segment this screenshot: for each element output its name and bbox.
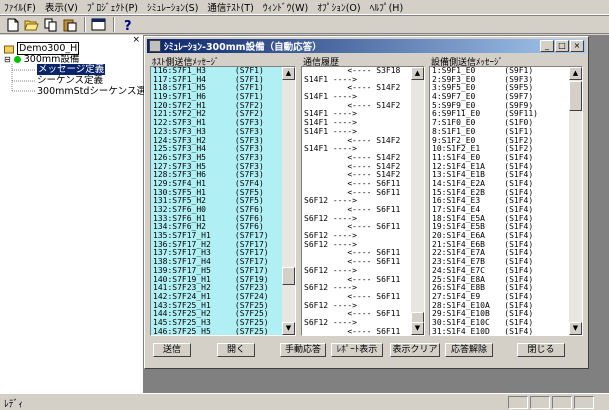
- close-window-button[interactable]: 閉じる: [517, 343, 565, 357]
- tree-item-label: シーケンス定義: [37, 75, 104, 86]
- list-item[interactable]: <---- S6F11: [302, 327, 411, 335]
- menu-view[interactable]: 表示(V): [45, 0, 78, 14]
- tree-item-message-def[interactable]: メッセージ定義: [37, 64, 106, 75]
- new-file-icon[interactable]: [4, 17, 21, 33]
- scroll-up-icon[interactable]: ▲: [411, 67, 424, 80]
- status-bar: ﾚﾃﾞｨ: [0, 393, 609, 410]
- window-title: ｼﾐｭﾚｰｼｮﾝ-300mm設備（自動応答）: [164, 42, 322, 53]
- report-display-button[interactable]: ﾚﾎﾟｰﾄ表示: [331, 343, 383, 357]
- folder-icon: [4, 45, 14, 53]
- close-button[interactable]: ×: [570, 40, 584, 52]
- release-response-button[interactable]: 応答解除: [445, 343, 493, 357]
- equipment-send-panel: 設備側送信ﾒｯｾｰｼﾞ 1:S9F1_E0 (S9F1) 2:S9F3_E0 (S…: [429, 55, 583, 336]
- scroll-up-icon[interactable]: ▲: [282, 67, 295, 80]
- comm-history-panel: 通信履歴 <---- S3F18 S14F1 ----> <---- S14F2 S…: [301, 55, 425, 336]
- scroll-up-icon[interactable]: ▲: [569, 67, 582, 80]
- menu-file[interactable]: ﾌｧｲﾙ(F): [4, 0, 36, 14]
- clear-display-button[interactable]: 表示クリア: [390, 343, 440, 357]
- list-item[interactable]: 146:S7F25_H5 (S7F25): [151, 327, 282, 335]
- equipment-list-scrollbar[interactable]: ▲ ▼: [569, 67, 582, 335]
- host-send-panel: ﾎｽﾄ側送信ﾒｯｾｰｼﾞ 116:S7F1_H3 (S7F1) 117:S7F1_…: [150, 55, 296, 336]
- menu-options[interactable]: ｵﾌﾟｼｮﾝ(O): [317, 0, 360, 14]
- toolbar: ?: [0, 15, 609, 34]
- window-icon[interactable]: [90, 17, 107, 33]
- tree-item-std-sequence[interactable]: 300mmStdシーケンス選択: [37, 86, 155, 97]
- host-list-scrollbar[interactable]: ▲ ▼: [282, 67, 295, 335]
- manual-response-button[interactable]: 手動応答: [280, 343, 326, 357]
- tree-item-label: 300mmStdシーケンス選択: [37, 86, 156, 97]
- toolbar-separator: [113, 17, 115, 32]
- menu-simulation[interactable]: ｼﾐｭﾚｰｼｮﾝ(S): [147, 0, 198, 14]
- tree-root[interactable]: Demo300_H: [4, 42, 80, 55]
- paste-icon[interactable]: [61, 17, 78, 33]
- status-text: ﾚﾃﾞｨ: [4, 399, 24, 410]
- menu-help[interactable]: ﾍﾙﾌﾟ(H): [370, 0, 404, 14]
- copy-icon[interactable]: [42, 17, 59, 33]
- toolbar-separator: [84, 17, 86, 32]
- list-item[interactable]: 31:S1F4_E10D (S1F4): [430, 327, 569, 335]
- scroll-down-icon[interactable]: ▼: [411, 322, 424, 335]
- minimize-button[interactable]: _: [540, 40, 554, 52]
- host-send-list[interactable]: 116:S7F1_H3 (S7F1) 117:S7F1_H4 (S7F1) 118:…: [150, 66, 296, 336]
- app-icon: [149, 40, 161, 52]
- tree-item-label: メッセージ定義: [37, 64, 106, 75]
- scroll-thumb[interactable]: [282, 267, 295, 285]
- window-titlebar[interactable]: ｼﾐｭﾚｰｼｮﾝ-300mm設備（自動応答） _ □ ×: [147, 39, 586, 53]
- maximize-button[interactable]: □: [555, 40, 569, 52]
- status-cell: [530, 396, 550, 409]
- project-tree-pane: × Demo300_H ⊟ 300mm設備 メッセージ定義 シーケンス定義 30…: [0, 35, 155, 393]
- tree-lines: [11, 64, 36, 92]
- status-cell: [508, 396, 528, 409]
- status-cell: [552, 396, 572, 409]
- equipment-send-list[interactable]: 1:S9F1_E0 (S9F1) 2:S9F3_E0 (S9F3) 3:S9F5_E…: [429, 66, 583, 336]
- open-folder-icon[interactable]: [23, 17, 40, 33]
- scroll-down-icon[interactable]: ▼: [282, 322, 295, 335]
- comm-history-list[interactable]: <---- S3F18 S14F1 ----> <---- S14F2 S14F1 …: [301, 66, 425, 336]
- tree-item-sequence-def[interactable]: シーケンス定義: [37, 75, 103, 86]
- send-button[interactable]: 送信: [153, 343, 191, 357]
- tree-close-icon[interactable]: ×: [132, 35, 140, 45]
- open-button[interactable]: 開く: [217, 343, 255, 357]
- help-icon[interactable]: ?: [119, 17, 136, 33]
- simulation-window: ｼﾐｭﾚｰｼｮﾝ-300mm設備（自動応答） _ □ × ﾎｽﾄ側送信ﾒｯｾｰｼ…: [144, 36, 589, 369]
- menu-project[interactable]: ﾌﾟﾛｼﾞｪｸﾄ(P): [87, 0, 138, 14]
- scroll-down-icon[interactable]: ▼: [569, 322, 582, 335]
- status-cell: [574, 396, 594, 409]
- svg-text:?: ?: [124, 19, 132, 32]
- menu-window[interactable]: ｳｨﾝﾄﾞｳ(W): [263, 0, 308, 14]
- history-scrollbar[interactable]: ▲ ▼: [411, 67, 424, 335]
- menu-comm-test[interactable]: 通信ﾃｽﾄ(T): [207, 0, 253, 14]
- scroll-thumb[interactable]: [569, 81, 582, 111]
- menu-bar: ﾌｧｲﾙ(F) 表示(V) ﾌﾟﾛｼﾞｪｸﾄ(P) ｼﾐｭﾚｰｼｮﾝ(S) 通信…: [0, 0, 609, 15]
